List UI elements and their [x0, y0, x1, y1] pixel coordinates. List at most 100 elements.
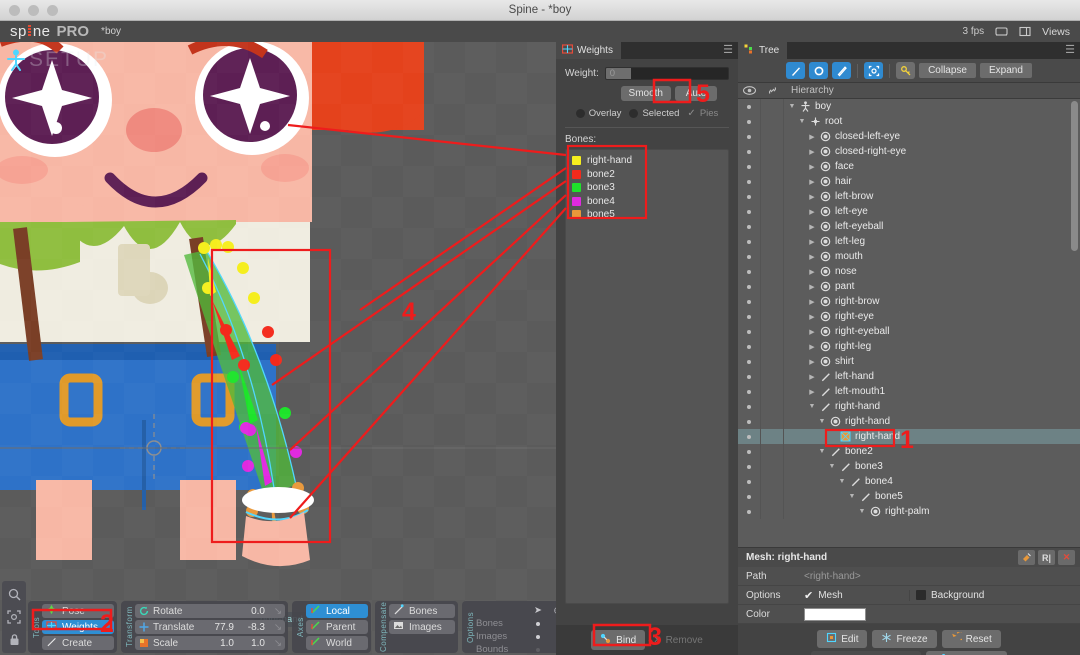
row-link-cell[interactable] [760, 294, 784, 309]
row-link-cell[interactable] [760, 474, 784, 489]
row-visibility-toggle[interactable] [738, 449, 760, 454]
row-link-cell[interactable] [760, 234, 784, 249]
axes-local-button[interactable]: Local [306, 604, 368, 618]
row-link-cell[interactable] [760, 129, 784, 144]
magnify-icon[interactable] [8, 588, 21, 601]
row-link-cell[interactable] [760, 504, 784, 519]
tool-pose-button[interactable]: Pose [42, 604, 114, 618]
bind-button[interactable]: Bind [591, 630, 646, 650]
chevron-right-icon[interactable]: ▶ [808, 253, 816, 261]
row-visibility-toggle[interactable] [738, 239, 760, 244]
transform-translate-x[interactable]: 77.9 [209, 622, 240, 633]
chevron-down-icon[interactable]: ▼ [808, 403, 816, 410]
background-checkbox[interactable] [916, 590, 926, 600]
eye-icon[interactable]: ◉ [548, 604, 556, 617]
transform-scale-row[interactable]: Scale 1.0 1.0 ↘ [135, 636, 285, 650]
set-parent-button[interactable]: Set Parent [926, 651, 1007, 655]
chevron-right-icon[interactable]: ▶ [808, 283, 816, 291]
row-link-cell[interactable] [760, 219, 784, 234]
tree-row-hair[interactable]: ▶ hair [738, 174, 1080, 189]
row-link-cell[interactable] [760, 414, 784, 429]
mesh-checkbox-cell[interactable]: ✔ Mesh [798, 589, 909, 602]
duplicate-icon[interactable] [1018, 550, 1035, 565]
path-value[interactable]: <right-hand> [798, 571, 1080, 582]
tree-row-right-brow[interactable]: ▶ right-brow [738, 294, 1080, 309]
row-link-cell[interactable] [760, 204, 784, 219]
selected-checkbox[interactable] [629, 109, 639, 118]
tree-row-left-eye[interactable]: ▶ left-eye [738, 204, 1080, 219]
row-visibility-toggle[interactable] [738, 284, 760, 289]
chevron-down-icon[interactable]: ▼ [858, 508, 866, 515]
row-visibility-toggle[interactable] [738, 344, 760, 349]
row-link-cell[interactable] [760, 369, 784, 384]
overlay-checkbox[interactable] [575, 109, 585, 118]
row-visibility-toggle[interactable] [738, 494, 760, 499]
tree-row-closed-left-eye[interactable]: ▶ closed-left-eye [738, 129, 1080, 144]
row-link-cell[interactable] [760, 189, 784, 204]
pies-checkbox[interactable]: ✓ [687, 108, 695, 119]
bone-list-item[interactable]: bone4 [572, 195, 728, 209]
translate-link-icon[interactable]: ↘ [271, 622, 285, 633]
color-cell[interactable] [798, 607, 1080, 621]
tree-row-bone4[interactable]: ▼ bone4 [738, 474, 1080, 489]
header-link-icon[interactable] [760, 85, 784, 96]
tab-tree[interactable]: Tree [738, 42, 788, 59]
options-bounds-select[interactable] [528, 643, 548, 655]
row-link-cell[interactable] [760, 264, 784, 279]
tool-weights-button[interactable]: Weights [42, 620, 114, 634]
tree-row-bone3[interactable]: ▼ bone3 [738, 459, 1080, 474]
transform-rotate-row[interactable]: Rotate 0.0 ↘ [135, 604, 285, 618]
chevron-right-icon[interactable]: ▶ [808, 208, 816, 216]
auto-button[interactable]: Auto [675, 86, 717, 101]
row-link-cell[interactable] [760, 114, 784, 129]
row-visibility-toggle[interactable] [738, 179, 760, 184]
tree-row-right-hand-slot[interactable]: ▼ right-hand [738, 414, 1080, 429]
row-visibility-toggle[interactable] [738, 209, 760, 214]
row-visibility-toggle[interactable] [738, 374, 760, 379]
row-visibility-toggle[interactable] [738, 404, 760, 409]
bone-list-item[interactable]: bone5 [572, 208, 728, 222]
chevron-right-icon[interactable]: ▶ [808, 298, 816, 306]
tree-row-right-palm[interactable]: ▼ right-palm [738, 504, 1080, 519]
edit-button[interactable]: Edit [817, 630, 868, 648]
chevron-down-icon[interactable]: ▼ [798, 118, 806, 125]
chevron-right-icon[interactable]: ▶ [808, 313, 816, 321]
tree-row-face[interactable]: ▶ face [738, 159, 1080, 174]
row-visibility-toggle[interactable] [738, 134, 760, 139]
hamburger-icon[interactable]: ☰ [723, 45, 733, 56]
chevron-right-icon[interactable]: ▶ [808, 388, 816, 396]
viewport-left-toolbox[interactable] [2, 581, 26, 653]
tree-row-right-eye[interactable]: ▶ right-eye [738, 309, 1080, 324]
delete-icon[interactable]: ✕ [1058, 550, 1075, 565]
row-visibility-toggle[interactable] [738, 509, 760, 514]
tab-weights[interactable]: Weights [556, 42, 621, 59]
freeze-button[interactable]: Freeze [872, 630, 937, 648]
tree-row-left-eyeball[interactable]: ▶ left-eyeball [738, 219, 1080, 234]
row-link-cell[interactable] [760, 354, 784, 369]
row-link-cell[interactable] [760, 489, 784, 504]
tree-row-pant[interactable]: ▶ pant [738, 279, 1080, 294]
chevron-right-icon[interactable]: ▶ [808, 238, 816, 246]
smooth-button[interactable]: Smooth [620, 86, 671, 101]
row-visibility-toggle[interactable] [738, 464, 760, 469]
key-icon[interactable] [896, 62, 916, 79]
color-swatch[interactable] [804, 607, 866, 621]
tree-row-right-eyeball[interactable]: ▶ right-eyeball [738, 324, 1080, 339]
chevron-right-icon[interactable]: ▶ [808, 223, 816, 231]
row-visibility-toggle[interactable] [738, 269, 760, 274]
row-link-cell[interactable] [760, 384, 784, 399]
chevron-right-icon[interactable]: ▶ [808, 343, 816, 351]
chevron-right-icon[interactable]: ▶ [808, 328, 816, 336]
tree-row-left-mouth1-bone[interactable]: ▶ left-mouth1 [738, 384, 1080, 399]
axes-world-button[interactable]: World [306, 636, 368, 650]
row-visibility-toggle[interactable] [738, 479, 760, 484]
row-visibility-toggle[interactable] [738, 224, 760, 229]
bone-list-item[interactable]: bone3 [572, 181, 728, 195]
chevron-down-icon[interactable]: ▼ [848, 493, 856, 500]
tree-row-left-leg[interactable]: ▶ left-leg [738, 234, 1080, 249]
circle-icon[interactable] [809, 62, 829, 79]
header-eye-icon[interactable] [738, 86, 760, 95]
tree-row-shirt[interactable]: ▶ shirt [738, 354, 1080, 369]
row-link-cell[interactable] [760, 159, 784, 174]
views-icon[interactable] [1019, 26, 1031, 37]
